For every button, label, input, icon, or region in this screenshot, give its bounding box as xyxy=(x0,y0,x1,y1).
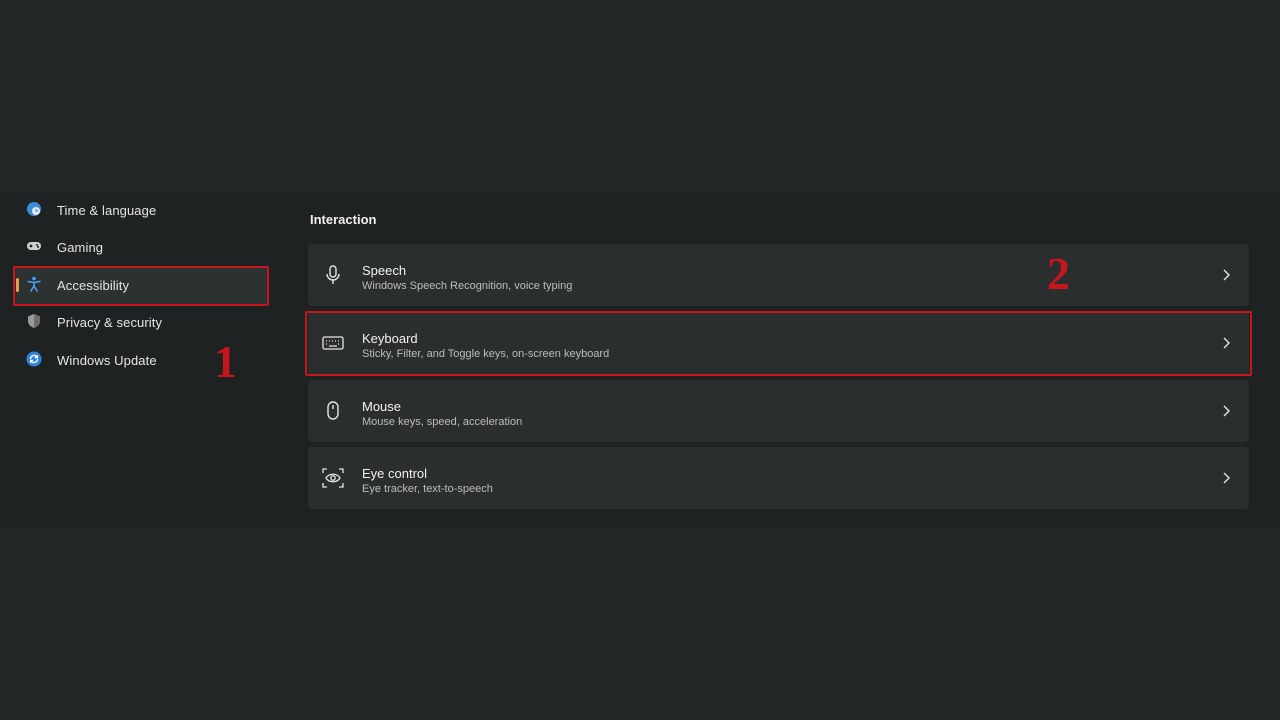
chevron-right-icon xyxy=(1223,337,1230,349)
update-icon xyxy=(26,351,42,367)
card-title: Keyboard xyxy=(362,331,418,346)
sidebar-item-label: Gaming xyxy=(57,239,104,255)
sidebar-item-label: Time & language xyxy=(57,202,157,218)
sidebar-item-label: Privacy & security xyxy=(57,314,163,330)
card-description: Eye tracker, text-to-speech xyxy=(362,483,493,495)
sidebar: Time & language Gaming Accessibility Pri… xyxy=(0,193,290,527)
settings-panel: Time & language Gaming Accessibility Pri… xyxy=(0,193,1280,527)
mouse-icon xyxy=(327,401,339,420)
card-title: Eye control xyxy=(362,466,428,481)
gamepad-icon xyxy=(27,242,41,250)
chevron-right-icon xyxy=(1223,269,1230,281)
sidebar-item-gaming[interactable]: Gaming xyxy=(14,228,268,266)
card-description: Windows Speech Recognition, voice typing xyxy=(362,280,573,292)
card-description: Sticky, Filter, and Toggle keys, on-scre… xyxy=(362,348,610,360)
sidebar-item-label: Accessibility xyxy=(57,277,130,293)
chevron-right-icon xyxy=(1223,472,1230,484)
card-title: Mouse xyxy=(362,399,402,414)
section-title: Interaction xyxy=(310,212,377,227)
card-speech[interactable]: Speech Windows Speech Recognition, voice… xyxy=(308,244,1249,306)
card-title: Speech xyxy=(362,263,407,278)
card-description: Mouse keys, speed, acceleration xyxy=(362,416,523,428)
accessibility-icon xyxy=(27,276,41,292)
keyboard-icon xyxy=(322,336,344,350)
sidebar-item-accessibility[interactable]: Accessibility xyxy=(14,266,268,304)
eye-control-icon xyxy=(322,468,344,488)
sidebar-item-label: Windows Update xyxy=(57,352,157,368)
microphone-icon xyxy=(326,265,340,284)
card-keyboard[interactable]: Keyboard Sticky, Filter, and Toggle keys… xyxy=(308,312,1249,374)
shield-icon xyxy=(28,314,40,328)
globe-clock-icon xyxy=(27,202,41,216)
card-eye-control[interactable]: Eye control Eye tracker, text-to-speech xyxy=(308,447,1249,509)
sidebar-item-time-language[interactable]: Time & language xyxy=(14,191,268,229)
card-mouse[interactable]: Mouse Mouse keys, speed, acceleration xyxy=(308,380,1249,442)
chevron-right-icon xyxy=(1223,405,1230,417)
annotation-marker-1: 1 xyxy=(214,336,237,387)
annotation-marker-2: 2 xyxy=(1047,248,1070,299)
